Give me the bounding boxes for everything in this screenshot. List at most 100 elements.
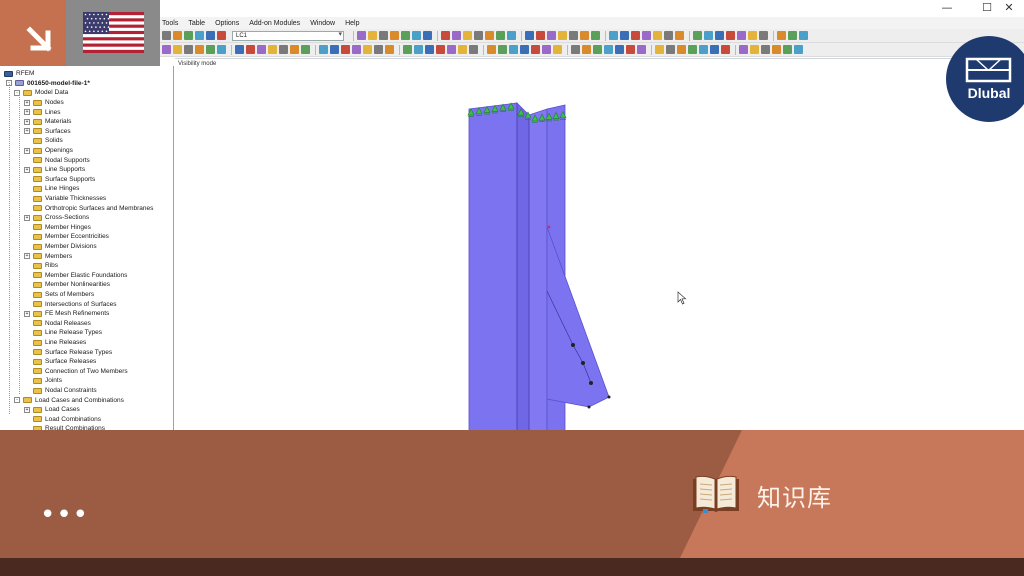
toolbar-button-icon[interactable] [217,45,226,54]
tree-item[interactable]: Nodal Releases [24,319,91,329]
toolbar-button-icon[interactable] [474,31,483,40]
toolbar-button-icon[interactable] [235,45,244,54]
collapse-icon[interactable]: - [14,397,20,404]
toolbar-button-icon[interactable] [217,31,226,40]
tree-item[interactable]: + Openings [24,146,73,156]
toolbar-button-icon[interactable] [642,31,651,40]
toolbar-button-icon[interactable] [710,45,719,54]
structural-model[interactable] [175,59,1024,431]
toolbar-button-icon[interactable] [498,45,507,54]
toolbar-button-icon[interactable] [582,45,591,54]
toolbar-button-icon[interactable] [715,31,724,40]
toolbar-button-icon[interactable] [553,45,562,54]
toolbar-button-icon[interactable] [368,31,377,40]
tree-item[interactable]: Sets of Members [24,290,94,300]
toolbar-button-icon[interactable] [547,31,556,40]
toolbar-button-icon[interactable] [558,31,567,40]
expand-icon[interactable]: + [24,310,30,317]
toolbar-button-icon[interactable] [330,45,339,54]
toolbar-button-icon[interactable] [403,45,412,54]
tree-item[interactable]: Line Releases [24,338,86,348]
toolbar-button-icon[interactable] [246,45,255,54]
toolbar-button-icon[interactable] [414,45,423,54]
tree-item[interactable]: + Materials [24,117,71,127]
toolbar-button-icon[interactable] [653,31,662,40]
tree-item[interactable]: Line Release Types [24,328,102,338]
toolbar-button-icon[interactable] [496,31,505,40]
toolbar-button-icon[interactable] [688,45,697,54]
node-point[interactable] [589,381,593,385]
tree-item[interactable]: + Members [24,251,72,261]
tree-item[interactable]: Variable Thicknesses [24,194,106,204]
toolbar-button-icon[interactable] [257,45,266,54]
tree-item[interactable]: Nodal Supports [24,155,90,165]
tree-item[interactable]: Solids [24,136,63,146]
toolbar-button-icon[interactable] [666,45,675,54]
toolbar-button-icon[interactable] [509,45,518,54]
toolbar-button-icon[interactable] [195,45,204,54]
toolbar-button-icon[interactable] [571,45,580,54]
toolbar-button-icon[interactable] [162,45,171,54]
tree-item[interactable]: - Load Cases and Combinations [14,395,124,405]
toolbar-button-icon[interactable] [401,31,410,40]
haunch-plate[interactable] [546,226,610,408]
toolbar-button-icon[interactable] [591,31,600,40]
toolbar-button-icon[interactable] [615,45,624,54]
tree-item[interactable]: + Surfaces [24,127,71,137]
toolbar-button-icon[interactable] [363,45,372,54]
toolbar-button-icon[interactable] [799,31,808,40]
toolbar-button-icon[interactable] [412,31,421,40]
tree-item[interactable]: + Lines [24,107,61,117]
toolbar-button-icon[interactable] [173,45,182,54]
toolbar-button-icon[interactable] [301,45,310,54]
navigator-file[interactable]: - 001650-model-file-1* [6,79,90,89]
node-point[interactable] [587,405,591,409]
toolbar-button-icon[interactable] [206,31,215,40]
toolbar-button-icon[interactable] [485,31,494,40]
toolbar-button-icon[interactable] [726,31,735,40]
toolbar-button-icon[interactable] [173,31,182,40]
toolbar-button-icon[interactable] [604,45,613,54]
tree-item[interactable]: Nodal Constraints [24,386,97,396]
tree-item[interactable]: Joints [24,376,62,386]
toolbar-button-icon[interactable] [290,45,299,54]
tree-item[interactable]: Member Elastic Foundations [24,271,127,281]
toolbar-button-icon[interactable] [699,45,708,54]
toolbar-button-icon[interactable] [794,45,803,54]
tree-item[interactable]: + Load Cases [24,405,80,415]
tree-item[interactable]: Surface Supports [24,175,95,185]
toolbar-button-icon[interactable] [452,31,461,40]
tree-item[interactable]: + FE Mesh Refinements [24,309,109,319]
toolbar-button-icon[interactable] [637,45,646,54]
toolbar-button-icon[interactable] [469,45,478,54]
toolbar-button-icon[interactable] [357,31,366,40]
menu-table[interactable]: Table [188,20,205,27]
load-case-select[interactable]: LC1 [232,30,344,41]
toolbar-button-icon[interactable] [447,45,456,54]
tree-item[interactable]: Connection of Two Members [24,367,128,377]
tree-item[interactable]: Orthotropic Surfaces and Membranes [24,203,153,213]
toolbar-button-icon[interactable] [279,45,288,54]
toolbar-button-icon[interactable] [441,31,450,40]
toolbar-button-icon[interactable] [783,45,792,54]
toolbar-button-icon[interactable] [759,31,768,40]
toolbar-button-icon[interactable] [436,45,445,54]
toolbar-button-icon[interactable] [520,45,529,54]
expand-icon[interactable]: + [24,99,30,106]
tree-item[interactable]: Line Hinges [24,184,79,194]
tree-item[interactable]: + Cross-Sections [24,213,89,223]
toolbar-button-icon[interactable] [531,45,540,54]
toolbar-button-icon[interactable] [750,45,759,54]
toolbar-button-icon[interactable] [704,31,713,40]
toolbar-button-icon[interactable] [626,45,635,54]
toolbar-button-icon[interactable] [379,31,388,40]
tree-item[interactable]: Surface Release Types [24,347,112,357]
toolbar-button-icon[interactable] [385,45,394,54]
tree-item[interactable]: Member Divisions [24,242,97,252]
tree-item[interactable]: Member Nonlinearities [24,280,110,290]
toolbar-button-icon[interactable] [458,45,467,54]
toolbar-button-icon[interactable] [777,31,786,40]
toolbar-button-icon[interactable] [593,45,602,54]
toolbar-button-icon[interactable] [542,45,551,54]
toolbar-button-icon[interactable] [206,45,215,54]
